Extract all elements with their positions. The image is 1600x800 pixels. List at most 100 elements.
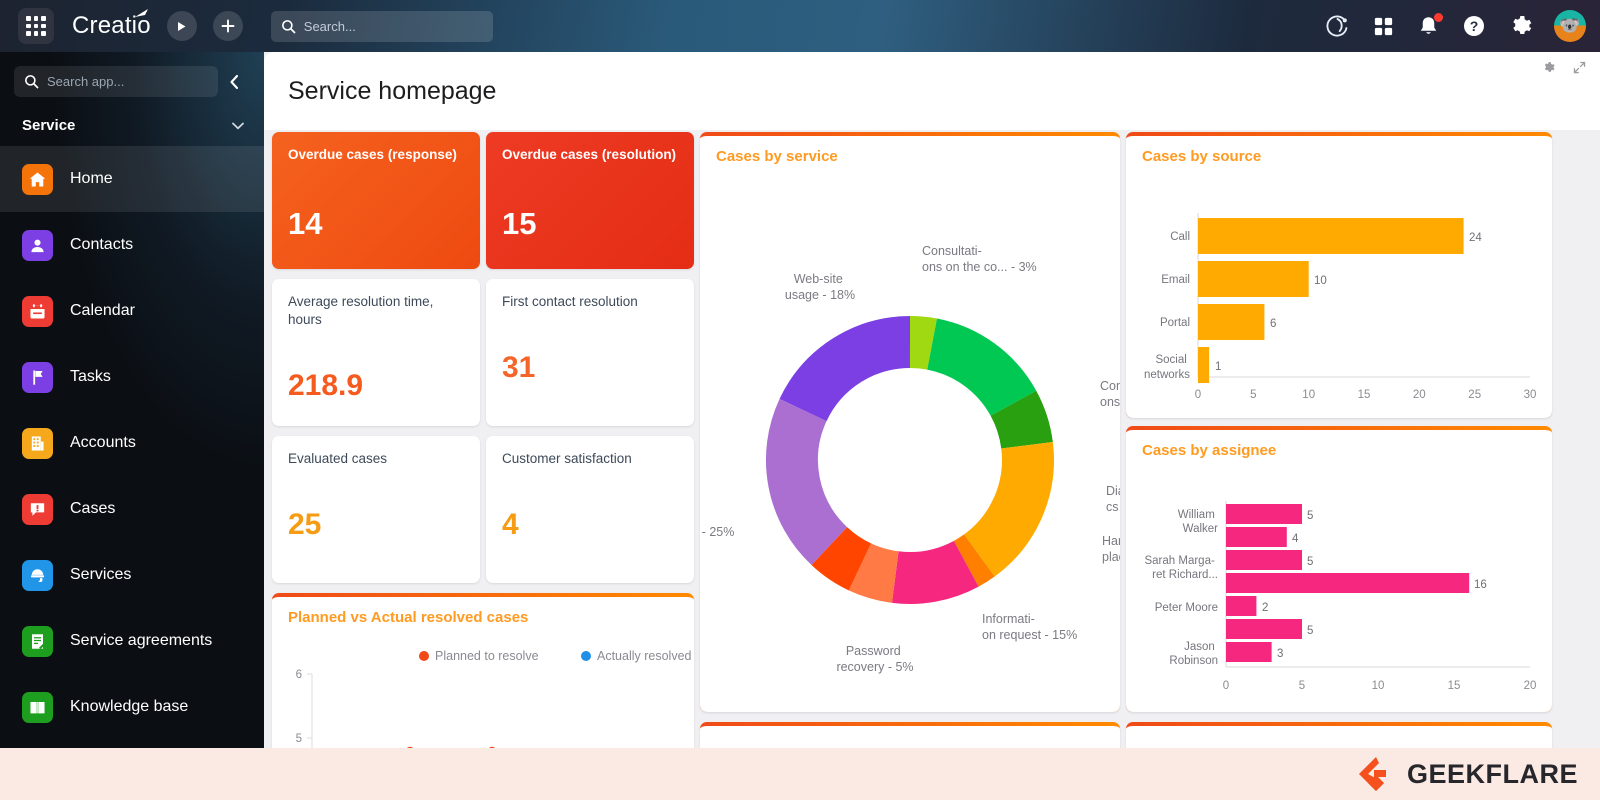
slice-password-recovery[interactable] — [848, 543, 900, 603]
chevron-down-icon[interactable] — [232, 122, 244, 130]
bar[interactable] — [1226, 619, 1302, 639]
slice-information-request[interactable] — [892, 540, 979, 604]
x-tick: 15 — [1358, 389, 1371, 401]
bar[interactable] — [1226, 596, 1257, 616]
y-tick: 6 — [296, 669, 302, 681]
app-search-input[interactable] — [47, 74, 167, 89]
panel-cases-by-source[interactable]: Cases by source Call 24 Email 10 Portal … — [1126, 132, 1552, 418]
add-button[interactable] — [212, 11, 243, 41]
app-search[interactable] — [14, 66, 218, 97]
slice-consultations-co[interactable] — [909, 316, 937, 370]
sidebar-item-label: Services — [70, 566, 132, 583]
bar-group[interactable]: 5 — [1226, 619, 1313, 639]
page-title: Service homepage — [288, 76, 497, 105]
sidebar-item-cases[interactable]: Cases — [0, 476, 264, 542]
bar-group[interactable]: Call 24 — [1170, 218, 1482, 254]
slice-web-site-usage[interactable] — [779, 315, 911, 422]
sidebar-item-knowledge-base[interactable]: Knowledge base — [0, 674, 264, 740]
play-button[interactable] — [166, 11, 197, 41]
bar[interactable] — [1226, 504, 1302, 524]
kpi-value: 14 — [288, 206, 323, 242]
settings-button[interactable] — [1508, 14, 1532, 38]
help-button[interactable]: ? — [1462, 14, 1486, 38]
kpi-first-contact-resolution[interactable]: First contact resolution 31 — [486, 279, 694, 426]
bar[interactable] — [1198, 304, 1265, 340]
slice-truncated-25[interactable] — [765, 399, 848, 566]
slice-hardware-replacement[interactable] — [953, 534, 995, 587]
sidebar-item-accounts[interactable]: Accounts — [0, 410, 264, 476]
kpi-average-resolution-time[interactable]: Average resolution time, hours 218.9 — [272, 279, 480, 426]
bar-value: 4 — [1292, 533, 1299, 545]
legend-marker — [419, 651, 429, 661]
bar[interactable] — [1198, 218, 1464, 254]
x-tick: 0 — [1223, 680, 1229, 692]
bar[interactable] — [1226, 642, 1272, 662]
sidebar-item-calendar[interactable]: Calendar — [0, 278, 264, 344]
bar[interactable] — [1198, 347, 1210, 383]
content-area: Service homepage Overdue cases (response… — [264, 52, 1600, 800]
kpi-customer-satisfaction[interactable]: Customer satisfaction 4 — [486, 436, 694, 583]
avatar[interactable]: 🐨 — [1554, 10, 1586, 42]
slice-diagnostics[interactable] — [963, 442, 1054, 577]
marketplace-button[interactable] — [1372, 15, 1395, 38]
bar-value: 1 — [1215, 361, 1221, 373]
bar[interactable] — [1226, 573, 1470, 593]
sidebar-item-services[interactable]: Services — [0, 542, 264, 608]
bar-group[interactable]: Portal 6 — [1160, 304, 1276, 340]
slice-consultations-2[interactable] — [990, 390, 1053, 450]
cases-by-service-donut: Web-site usage - 18% Consultati- ons on … — [700, 244, 1120, 674]
sidebar-item-label: Home — [70, 170, 113, 187]
x-axis: 0 5 10 15 20 — [1223, 680, 1537, 692]
slice-unnamed-red[interactable] — [811, 526, 872, 591]
bar[interactable] — [1226, 527, 1287, 547]
sidebar-collapse-button[interactable] — [218, 74, 250, 90]
bar-group[interactable]: 4 — [1226, 527, 1299, 547]
kpi-label: Overdue cases (resolution) — [502, 147, 677, 162]
kpi-label: First contact resolution — [502, 294, 638, 309]
copilot-button[interactable] — [1325, 14, 1350, 39]
sidebar-item-contacts[interactable]: Contacts — [0, 212, 264, 278]
search-input[interactable] — [303, 18, 479, 34]
donut-label: Consulta ons on t — [1100, 379, 1120, 409]
donut-label: Hardwa placem — [1102, 534, 1120, 564]
panel-cases-by-service[interactable]: Cases by service Web-site usage - 18% Co… — [700, 132, 1120, 712]
bar-value: 24 — [1469, 232, 1482, 244]
notification-badge — [1434, 12, 1443, 22]
app-grid-icon[interactable] — [18, 8, 54, 44]
kpi-overdue-resolution[interactable]: Overdue cases (resolution) 15 — [486, 132, 694, 269]
global-search[interactable] — [270, 10, 493, 42]
bar-group[interactable]: 16 — [1226, 573, 1487, 593]
svg-text:?: ? — [1470, 18, 1479, 34]
notifications-button[interactable] — [1417, 12, 1443, 38]
bar-value: 5 — [1307, 556, 1313, 568]
page-settings-button[interactable] — [1542, 61, 1555, 74]
search-icon — [25, 75, 39, 89]
x-tick: 5 — [1299, 680, 1305, 692]
page-expand-button[interactable] — [1573, 61, 1586, 74]
sidebar-item-tasks[interactable]: Tasks — [0, 344, 264, 410]
top-bar: Creatio Search... ? 🐨 — [0, 0, 1600, 52]
sidebar-item-label: Tasks — [70, 368, 111, 385]
kpi-label: Average resolution time, hours — [288, 294, 434, 328]
slice-consultations-on-t[interactable] — [926, 318, 1037, 417]
sidebar-section-service[interactable]: Service — [0, 97, 264, 144]
bar-group[interactable]: Peter Moore 2 — [1155, 596, 1269, 616]
bar-group[interactable]: Social networks 1 — [1144, 347, 1221, 383]
kpi-overdue-response[interactable]: Overdue cases (response) 14 — [272, 132, 480, 269]
bar-group[interactable]: Email 10 — [1161, 261, 1327, 297]
sidebar-item-service-agreements[interactable]: Service agreements — [0, 608, 264, 674]
sidebar-item-home[interactable]: Home — [0, 146, 264, 212]
brand-logo[interactable]: Creatio — [72, 9, 151, 40]
sidebar: Service Home Contacts — [0, 52, 264, 800]
case-icon — [22, 493, 53, 525]
kpi-evaluated-cases[interactable]: Evaluated cases 25 — [272, 436, 480, 583]
kpi-label: Evaluated cases — [288, 451, 388, 466]
brand-tick-icon — [134, 9, 148, 17]
bar[interactable] — [1226, 550, 1302, 570]
panel-title: Cases by source — [1142, 148, 1262, 165]
sidebar-item-label: Service agreements — [70, 632, 213, 649]
donut-label: Diagr cs an — [1106, 484, 1120, 514]
legend-marker — [581, 651, 591, 661]
bar[interactable] — [1198, 261, 1309, 297]
panel-cases-by-assignee[interactable]: Cases by assignee William Walker 5 4 Sar… — [1126, 426, 1552, 712]
